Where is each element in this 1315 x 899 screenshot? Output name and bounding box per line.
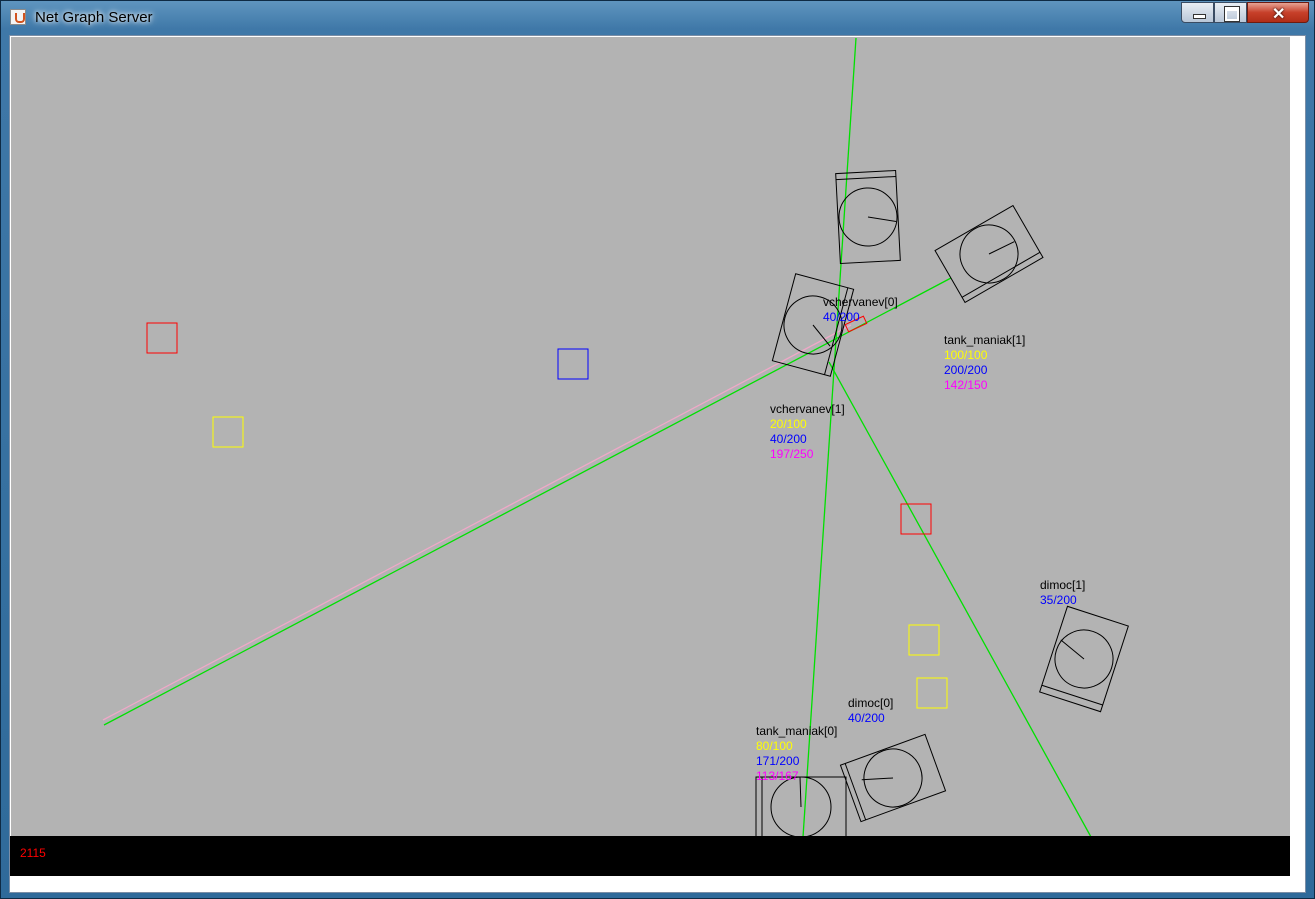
tick-counter: 2115 [20, 846, 46, 860]
maximize-button[interactable] [1214, 2, 1247, 23]
energy-stat: 40/200 [770, 432, 807, 446]
energy-stat: 200/200 [944, 363, 988, 377]
status-bar: 2115 [10, 836, 1290, 876]
minimize-button[interactable] [1181, 2, 1214, 23]
app-window: Net Graph Server ✕ vchervanev[0] 40/200 … [0, 0, 1315, 899]
player-name-label: tank_maniak[0] [756, 724, 837, 738]
health-stat: 100/100 [944, 348, 988, 362]
player-name-label: vchervanev[1] [770, 402, 845, 416]
health-stat: 80/100 [756, 739, 793, 753]
client-area: vchervanev[0] 40/200 tank_maniak[1] 100/100… [9, 35, 1306, 893]
ammo-stat: 197/250 [770, 447, 814, 461]
close-button[interactable]: ✕ [1247, 2, 1309, 23]
player-name-label: vchervanev[0] [823, 295, 898, 309]
title-bar[interactable]: Net Graph Server ✕ [1, 1, 1314, 35]
player-name-label: dimoc[1] [1040, 578, 1085, 592]
player-name-label: dimoc[0] [848, 696, 893, 710]
health-stat: 20/100 [770, 417, 807, 431]
energy-stat: 35/200 [1040, 593, 1077, 607]
energy-stat: 171/200 [756, 754, 800, 768]
ammo-stat: 142/150 [944, 378, 988, 392]
close-icon: ✕ [1272, 6, 1286, 23]
window-title: Net Graph Server [35, 9, 153, 26]
ammo-stat: 113/167 [756, 769, 799, 783]
maximize-icon [1224, 6, 1240, 22]
energy-stat: 40/200 [823, 310, 860, 324]
game-field[interactable]: vchervanev[0]40/200tank_maniak[1]100/100… [11, 37, 1290, 837]
scroll-area[interactable] [1291, 37, 1305, 877]
java-cup-icon[interactable] [10, 9, 26, 25]
minimize-icon [1193, 14, 1206, 19]
player-name-label: tank_maniak[1] [944, 333, 1025, 347]
energy-stat: 40/200 [848, 711, 885, 725]
